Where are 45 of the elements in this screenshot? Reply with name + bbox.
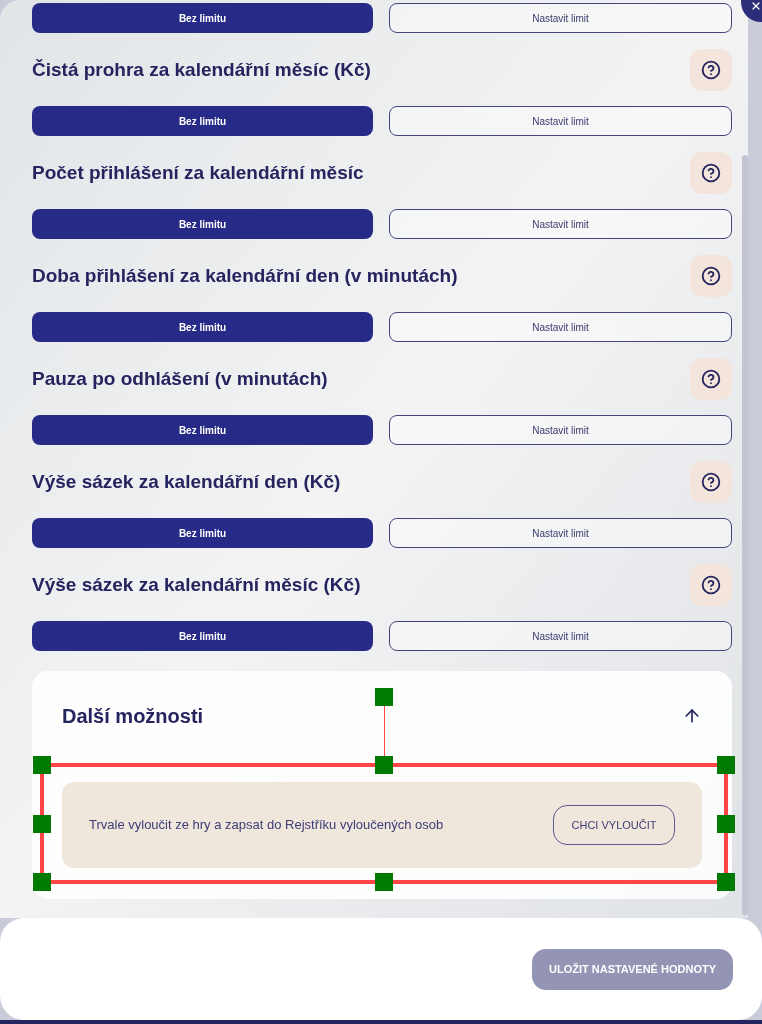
section-title: Další možnosti — [62, 704, 204, 729]
limit-option-tab[interactable]: Nastavit limit — [389, 415, 732, 445]
limit-option-tab[interactable]: Bez limitu — [32, 3, 373, 33]
help-icon — [701, 266, 721, 286]
limit-title: Počet přihlášení za kalendářní měsíc — [32, 160, 364, 185]
resize-handle-icon[interactable] — [717, 873, 735, 891]
resize-handle-icon[interactable] — [375, 873, 393, 891]
limit-title: Výše sázek za kalendářní den (Kč) — [32, 469, 341, 494]
limit-option-tab[interactable]: Bez limitu — [32, 106, 373, 136]
close-icon — [750, 0, 762, 12]
help-icon — [701, 60, 721, 80]
resize-handle-icon[interactable] — [717, 756, 735, 774]
resize-handle-icon[interactable] — [33, 756, 51, 774]
limit-title: Výše sázek za kalendářní měsíc (Kč) — [32, 572, 361, 597]
exclude-button[interactable]: CHCI VYLOUČIT — [553, 805, 675, 845]
scrollbar-thumb[interactable] — [742, 155, 748, 915]
limit-option-tab[interactable]: Bez limitu — [32, 209, 373, 239]
limit-option-tab[interactable]: Bez limitu — [32, 518, 373, 548]
help-button[interactable] — [690, 152, 732, 194]
limit-option-tab[interactable]: Bez limitu — [32, 312, 373, 342]
limit-option-tab[interactable]: Nastavit limit — [389, 106, 732, 136]
help-button[interactable] — [690, 358, 732, 400]
limit-option-tab[interactable]: Bez limitu — [32, 415, 373, 445]
limit-title: Doba přihlášení za kalendářní den (v minutách) — [32, 263, 458, 288]
limit-option-tab[interactable]: Nastavit limit — [389, 3, 732, 33]
help-icon — [701, 575, 721, 595]
limit-option-tab[interactable]: Nastavit limit — [389, 621, 732, 651]
limit-option-tab[interactable]: Nastavit limit — [389, 518, 732, 548]
resize-handle-icon[interactable] — [33, 873, 51, 891]
limit-option-tab[interactable]: Nastavit limit — [389, 209, 732, 239]
limit-option-tab[interactable]: Bez limitu — [32, 621, 373, 651]
help-icon — [701, 369, 721, 389]
help-button[interactable] — [690, 564, 732, 606]
rotation-handle-icon[interactable] — [375, 688, 393, 706]
help-icon — [701, 472, 721, 492]
help-icon — [701, 163, 721, 183]
resize-handle-icon[interactable] — [375, 756, 393, 774]
limit-title: Čistá prohra za kalendářní měsíc (Kč) — [32, 57, 371, 82]
help-button[interactable] — [690, 49, 732, 91]
help-button[interactable] — [690, 255, 732, 297]
rotation-handle-line — [384, 706, 385, 756]
limit-option-tab[interactable]: Nastavit limit — [389, 312, 732, 342]
exclusion-text: Trvale vyloučit ze hry a zapsat do Rejstříku vyloučených osob — [89, 816, 444, 835]
limit-title: Pauza po odhlášení (v minutách) — [32, 366, 328, 391]
help-button[interactable] — [690, 461, 732, 503]
